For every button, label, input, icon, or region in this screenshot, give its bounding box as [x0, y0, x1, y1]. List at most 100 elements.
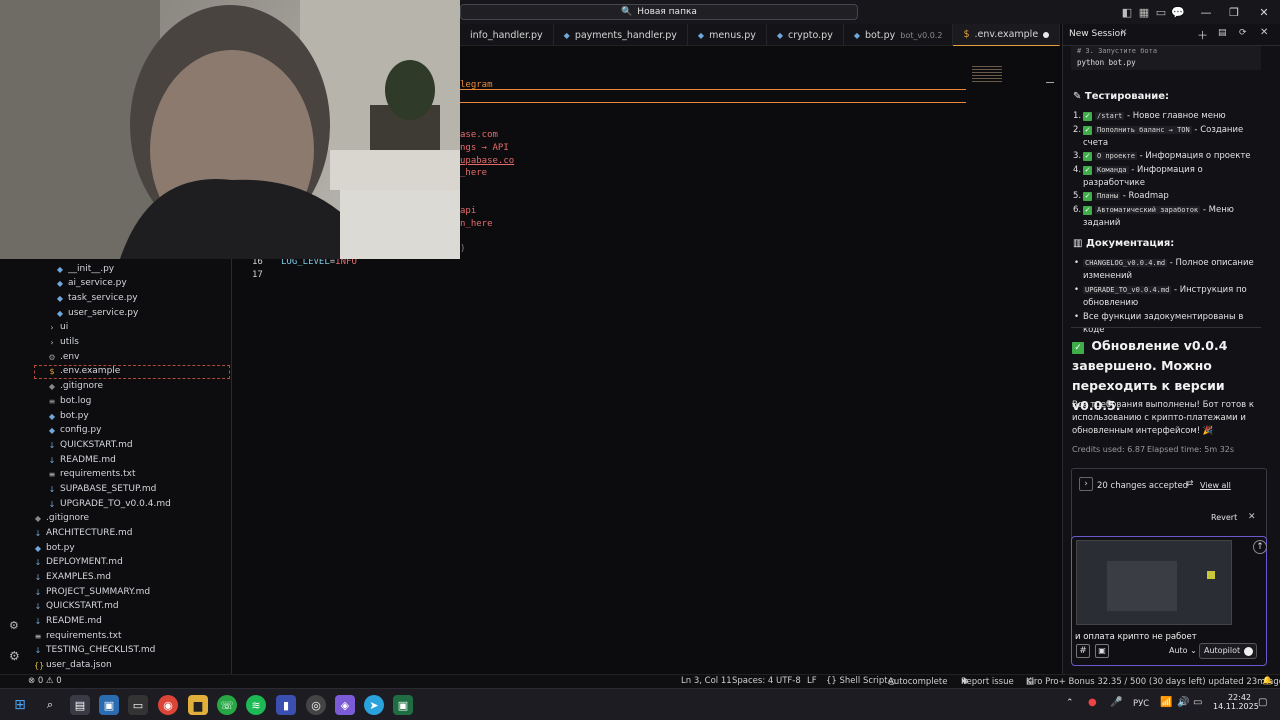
- wifi-icon[interactable]: 📶: [1160, 697, 1172, 708]
- python-icon: ◆: [56, 293, 64, 303]
- end-of-line[interactable]: LF: [807, 676, 817, 686]
- explorer-item[interactable]: ↓ README.md: [48, 453, 116, 467]
- task-view-icon[interactable]: ▤: [70, 695, 90, 715]
- clock[interactable]: 22:42 14.11.2025: [1213, 693, 1259, 711]
- explorer-item[interactable]: › utils: [48, 335, 79, 349]
- explorer-item[interactable]: ◆ ai_service.py: [56, 276, 127, 290]
- send-arrow-icon[interactable]: ↑: [1253, 540, 1267, 554]
- hash-icon[interactable]: #: [1076, 644, 1090, 658]
- explorer-item[interactable]: ◆ config.py: [48, 423, 102, 437]
- explorer-item[interactable]: ◆ bot.py: [48, 409, 89, 423]
- tray-app-icon[interactable]: ●: [1088, 697, 1097, 708]
- tab-menus[interactable]: ◆ menus.py: [688, 24, 767, 46]
- command-center[interactable]: 🔍 Новая папка: [460, 4, 858, 20]
- explorer-item[interactable]: {} user_data.json: [34, 658, 112, 672]
- chat-icon[interactable]: 💬: [1171, 5, 1185, 19]
- explorer-item[interactable]: ↓ TESTING_CHECKLIST.md: [34, 643, 156, 657]
- language-mode[interactable]: {} Shell Script: [826, 676, 888, 686]
- summary-text: Все требования выполнены! Бот готов к ис…: [1072, 400, 1254, 436]
- tab-crypto[interactable]: ◆ crypto.py: [767, 24, 844, 46]
- tray-chevron-icon[interactable]: ⌃: [1066, 698, 1074, 708]
- problems-indicator[interactable]: ⊗ 0 ⚠ 0: [28, 676, 62, 686]
- log-icon: ≡: [48, 396, 56, 406]
- app-icon[interactable]: ▣: [393, 695, 413, 715]
- test-description: - Информация о проекте: [1136, 151, 1251, 161]
- close-window-button[interactable]: ✕: [1250, 0, 1278, 24]
- layout-sidebar-icon[interactable]: ◧: [1120, 5, 1134, 19]
- notification-center-icon[interactable]: ▢: [1258, 697, 1267, 708]
- explorer-item[interactable]: ◆ task_service.py: [56, 291, 138, 305]
- kiro-icon[interactable]: ◈: [335, 695, 355, 715]
- telegram-icon[interactable]: ➤: [364, 695, 384, 715]
- folder-icon[interactable]: ▆: [188, 695, 208, 715]
- explorer-item[interactable]: ◆ .gitignore: [34, 511, 89, 525]
- store-icon[interactable]: ▣: [99, 695, 119, 715]
- mode-select[interactable]: Auto ⌄: [1169, 646, 1197, 655]
- layout-bottom-icon[interactable]: ▭: [1154, 5, 1168, 19]
- chrome-icon[interactable]: ◉: [158, 695, 178, 715]
- obs-icon[interactable]: ◎: [306, 695, 326, 715]
- search-icon[interactable]: ⌕: [40, 695, 60, 715]
- explorer-item[interactable]: $ .env.example: [48, 364, 120, 378]
- tab-payments-handler[interactable]: ◆ payments_handler.py: [554, 24, 688, 46]
- indentation[interactable]: Spaces: 4: [732, 676, 773, 686]
- view-all-link[interactable]: View all: [1200, 481, 1231, 490]
- tab-bot[interactable]: ◆ bot.py bot_v0.0.2: [844, 24, 954, 46]
- minimize-button[interactable]: —: [1192, 0, 1220, 24]
- encoding[interactable]: UTF-8: [776, 676, 801, 686]
- explorer-item[interactable]: ↓ QUICKSTART.md: [34, 599, 119, 613]
- dismiss-icon[interactable]: ✕: [1248, 512, 1256, 522]
- explorer-item[interactable]: ↓ SUPABASE_SETUP.md: [48, 482, 157, 496]
- explorer-item[interactable]: ◆ .gitignore: [48, 379, 103, 393]
- explorer-item[interactable]: ◆ user_service.py: [56, 306, 138, 320]
- explorer-item[interactable]: ↓ PROJECT_SUMMARY.md: [34, 585, 150, 599]
- explorer-item[interactable]: ≡ requirements.txt: [34, 629, 122, 643]
- explorer-item[interactable]: ⚙ .env: [48, 350, 79, 364]
- explorer-item[interactable]: ↓ QUICKSTART.md: [48, 438, 133, 452]
- explorer-item[interactable]: ↓ UPGRADE_TO_v0.0.4.md: [48, 497, 171, 511]
- volume-icon[interactable]: 🔊: [1177, 697, 1189, 708]
- explorer-item-label: bot.log: [60, 396, 92, 406]
- chevron-right-icon[interactable]: ›: [1079, 477, 1093, 491]
- minimap[interactable]: [972, 66, 1002, 84]
- explorer-item[interactable]: › ui: [48, 320, 68, 334]
- image-attach-icon[interactable]: ▣: [1095, 644, 1109, 658]
- explorer-item[interactable]: ↓ EXAMPLES.md: [34, 570, 111, 584]
- settings-icon[interactable]: ⚙: [9, 649, 20, 663]
- tab-info-handler[interactable]: info_handler.py: [460, 24, 554, 46]
- explorer-item[interactable]: ↓ DEPLOYMENT.md: [34, 555, 123, 569]
- explorer-item[interactable]: ◆ __init__.py: [56, 262, 114, 276]
- revert-button[interactable]: Revert: [1211, 513, 1237, 522]
- chat-input-text[interactable]: и оплата крипто не рабоет: [1075, 632, 1197, 642]
- test-command: Автоматический заработок: [1095, 206, 1201, 214]
- spotify-icon[interactable]: ≋: [246, 695, 266, 715]
- explorer-item[interactable]: ↓ ARCHITECTURE.md: [34, 526, 133, 540]
- attached-screenshot[interactable]: [1076, 540, 1232, 625]
- chat-input-box[interactable]: ↑ и оплата крипто не рабоет # ▣ Auto ⌄ A…: [1071, 536, 1267, 666]
- autopilot-toggle[interactable]: Autopilot: [1199, 643, 1257, 659]
- history-icon[interactable]: ▤: [1218, 28, 1227, 38]
- stats-icon[interactable]: ▮: [276, 695, 296, 715]
- close-panel-icon[interactable]: ✕: [1260, 27, 1268, 38]
- explorer-item[interactable]: ◆ bot.py: [34, 541, 75, 555]
- explorer-item[interactable]: ↓ README.md: [34, 614, 102, 628]
- microphone-icon[interactable]: 🎤: [1110, 697, 1122, 708]
- tab-env-example[interactable]: $ .env.example: [953, 24, 1061, 46]
- whatsapp-icon[interactable]: ☏: [217, 695, 237, 715]
- close-session-icon[interactable]: ✕: [1120, 28, 1128, 38]
- notifications-icon[interactable]: 🔔: [1262, 676, 1273, 686]
- terminal-icon[interactable]: ▭: [128, 695, 148, 715]
- refresh-icon[interactable]: ⟳: [1239, 28, 1247, 38]
- battery-icon[interactable]: ▭: [1193, 697, 1202, 708]
- python-icon: ◆: [48, 425, 56, 435]
- windows-start-icon[interactable]: ⊞: [10, 695, 30, 715]
- explorer-item[interactable]: ≡ requirements.txt: [48, 467, 136, 481]
- input-language[interactable]: РУС: [1133, 699, 1149, 709]
- explorer-item[interactable]: ≡ bot.log: [48, 394, 92, 408]
- cursor-position[interactable]: Ln 3, Col 11: [681, 676, 732, 686]
- explorer-item-label: __init__.py: [68, 264, 115, 274]
- add-session-icon[interactable]: ＋: [1197, 27, 1208, 43]
- accounts-icon[interactable]: ⚙: [9, 619, 19, 632]
- maximize-button[interactable]: ❐: [1220, 0, 1248, 24]
- layout-panel-icon[interactable]: ▦: [1137, 5, 1151, 19]
